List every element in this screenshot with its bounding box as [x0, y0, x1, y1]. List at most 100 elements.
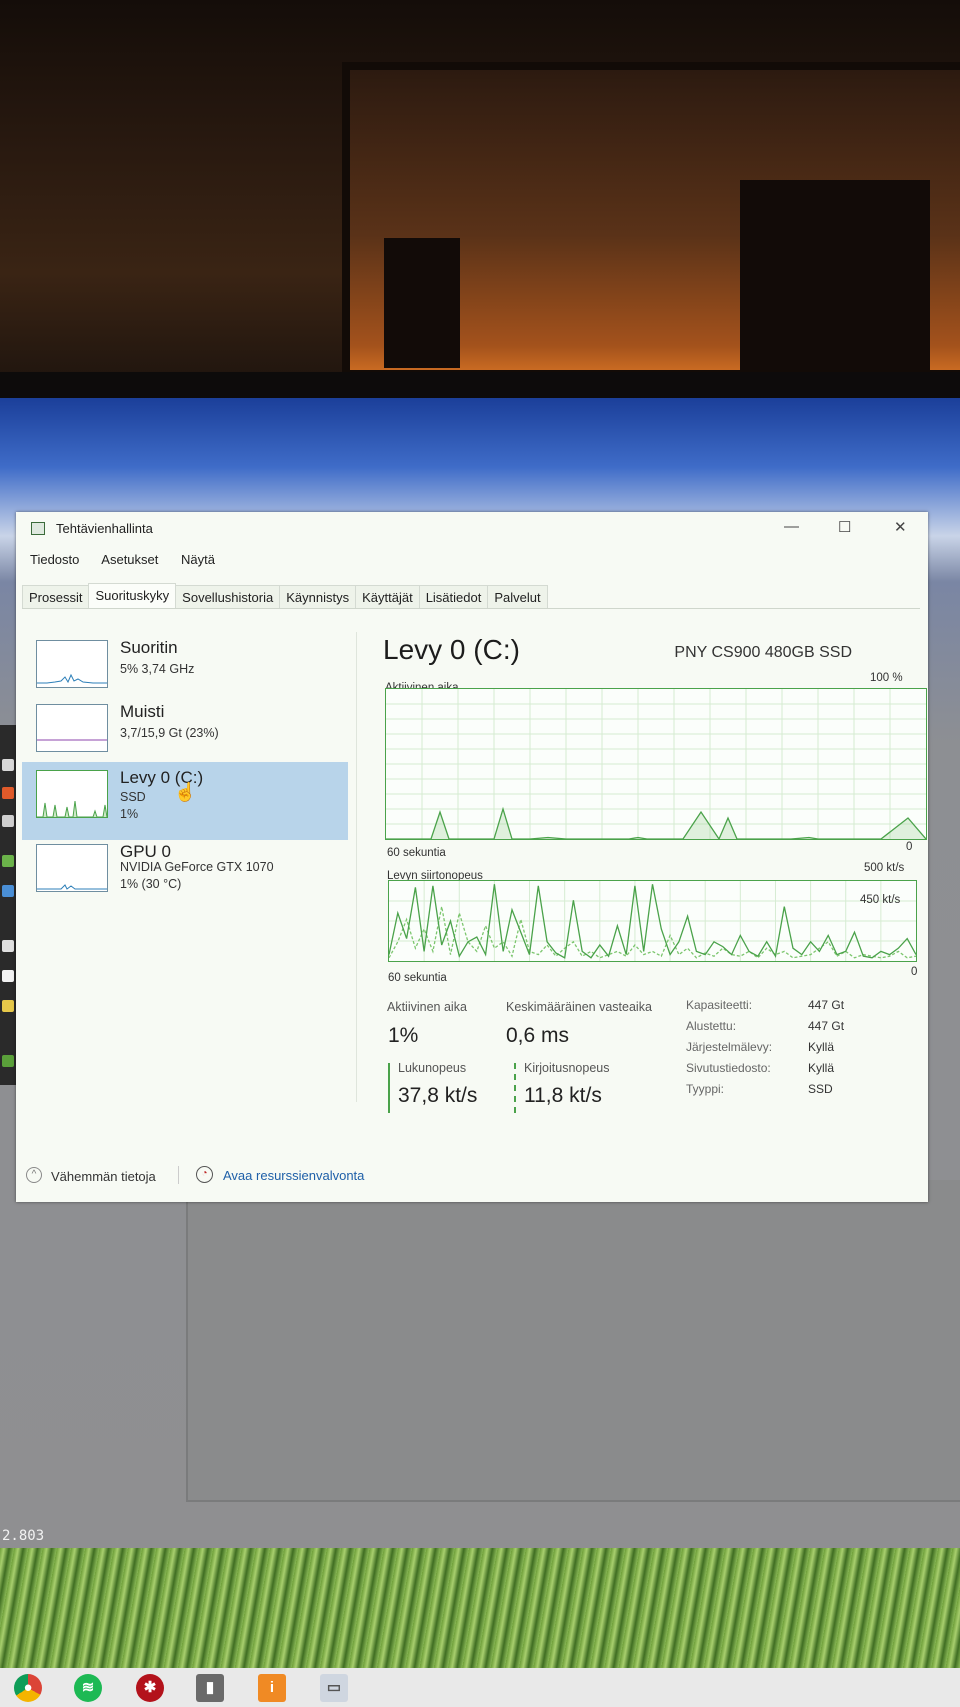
sidebar-item-label: Muisti [120, 702, 165, 721]
formatted-value: 447 Gt [808, 1019, 845, 1033]
type-value: SSD [808, 1082, 833, 1096]
write-speed-value: 11,8 kt/s [524, 1084, 602, 1107]
app-icon[interactable]: ✱ [136, 1674, 164, 1702]
minimize-button[interactable]: — [784, 518, 799, 535]
window-title: Tehtävienhallinta [56, 521, 153, 536]
system-disk-label: Järjestelmälevy: [686, 1040, 773, 1054]
task-manager-app-icon [31, 522, 45, 535]
write-speed-bar [514, 1063, 516, 1113]
memory-thumbnail-graph [36, 704, 108, 752]
capacity-value: 447 Gt [808, 998, 845, 1012]
desktop-icon[interactable] [2, 855, 14, 867]
menu-options[interactable]: Asetukset [101, 552, 158, 567]
game-icon[interactable]: ▮ [196, 1674, 224, 1702]
photos-icon[interactable]: ▭ [320, 1674, 348, 1702]
cpu-thumbnail-graph [36, 640, 108, 688]
room-object [740, 180, 930, 370]
desktop-icon-strip [0, 725, 16, 1085]
read-speed-bar [388, 1063, 390, 1113]
spotify-icon[interactable]: ≋ [74, 1674, 102, 1702]
sidebar-item-detail: 1% (30 °C) [120, 877, 182, 891]
response-time-label: Keskimääräinen vasteaika [506, 1000, 652, 1014]
system-disk-value: Kyllä [808, 1040, 835, 1054]
tab-startup[interactable]: Käynnistys [279, 585, 357, 608]
active-time-graph [385, 688, 927, 840]
title-bar[interactable]: Tehtävienhallinta — ☐ ✕ [16, 512, 928, 542]
write-speed-label: Kirjoitusnopeus [524, 1061, 610, 1075]
open-resource-monitor-link[interactable]: Avaa resurssienvalvonta [223, 1168, 364, 1183]
sidebar-item-detail: 5% 3,74 GHz [120, 662, 195, 676]
wallpaper-grass [0, 1548, 960, 1668]
tab-services[interactable]: Palvelut [487, 585, 548, 608]
disk-thumbnail-graph [36, 770, 108, 818]
read-speed-value: 37,8 kt/s [398, 1084, 478, 1107]
desktop-icon[interactable] [2, 1055, 14, 1067]
window-footer: ^ Vähemmän tietoja ◔ Avaa resurssienvalv… [16, 1150, 928, 1200]
installer-icon[interactable]: i [258, 1674, 286, 1702]
desktop-icon[interactable] [2, 940, 14, 952]
cpu-sparkline [37, 673, 107, 684]
desktop-icon[interactable] [2, 1000, 14, 1012]
desktop-icon[interactable] [2, 787, 14, 799]
room-object [384, 238, 460, 368]
chevron-up-icon[interactable]: ^ [26, 1167, 42, 1183]
resource-monitor-icon[interactable]: ◔ [196, 1166, 213, 1183]
active-time-max-label: 100 % [870, 672, 903, 684]
chrome-icon[interactable]: ● [14, 1674, 42, 1702]
memory-sparkline [37, 739, 107, 741]
monitor-bezel [0, 372, 960, 400]
menu-bar: Tiedosto Asetukset Näytä [30, 552, 234, 567]
sidebar-item-label: Suoritin [120, 638, 178, 657]
transfer-rate-max-label: 500 kt/s [864, 862, 905, 874]
sidebar-item-detail: 3,7/15,9 Gt (23%) [120, 726, 219, 740]
capacity-label: Kapasiteetti: [686, 998, 753, 1012]
desktop-icon[interactable] [2, 759, 14, 771]
transfer-rate-min-label: 0 [911, 966, 918, 978]
gpu-thumbnail-graph [36, 844, 108, 892]
tab-details[interactable]: Lisätiedot [418, 585, 489, 608]
hand-cursor-icon: ☝ [174, 782, 197, 802]
menu-file[interactable]: Tiedosto [30, 552, 79, 567]
transfer-rate-chart [389, 881, 916, 961]
page-file-value: Kyllä [808, 1061, 835, 1075]
footer-divider [178, 1166, 179, 1184]
desktop-icon[interactable] [2, 970, 14, 982]
tab-performance[interactable]: Suorituskyky [88, 583, 177, 608]
desktop-version-text: 2.803 [2, 1528, 45, 1544]
panel-divider [356, 632, 357, 1102]
taskbar: ● ≋ ✱ ▮ i ▭ [0, 1668, 960, 1707]
active-time-chart [386, 689, 926, 839]
tab-users[interactable]: Käyttäjät [355, 585, 420, 608]
close-button[interactable]: ✕ [894, 518, 907, 536]
task-manager-window: Tehtävienhallinta — ☐ ✕ Tiedosto Asetuks… [16, 512, 928, 1202]
transfer-rate-graph [388, 880, 917, 962]
formatted-label: Alustettu: [686, 1019, 737, 1033]
tab-processes[interactable]: Prosessit [22, 585, 90, 608]
disk-title: Levy 0 (C:) [383, 634, 520, 665]
active-time-stat-label: Aktiivinen aika [387, 1000, 467, 1014]
type-label: Tyyppi: [686, 1082, 725, 1096]
sidebar-item-detail: SSD [120, 790, 146, 804]
disk-sparkline [37, 800, 107, 817]
room-background [0, 0, 960, 390]
transfer-rate-ref-label: 450 kt/s [860, 894, 901, 906]
sidebar-item-label: GPU 0 [120, 842, 172, 861]
page-file-label: Sivutustiedosto: [686, 1061, 771, 1075]
desktop-icon[interactable] [2, 815, 14, 827]
sidebar-item-detail: 1% [120, 807, 139, 821]
read-speed-label: Lukunopeus [398, 1061, 467, 1075]
sidebar-item-gpu[interactable]: GPU 0 NVIDIA GeForce GTX 1070 1% (30 °C) [22, 836, 348, 914]
fewer-details-button[interactable]: Vähemmän tietoja [51, 1169, 156, 1184]
sidebar-item-detail: NVIDIA GeForce GTX 1070 [120, 860, 274, 874]
response-time-value: 0,6 ms [506, 1024, 570, 1047]
write-rate-series-line [389, 906, 916, 959]
desktop-icon[interactable] [2, 885, 14, 897]
tab-strip: Prosessit Suorituskyky Sovellushistoria … [22, 583, 920, 609]
active-time-time-label: 60 sekuntia [387, 847, 446, 859]
gpu-sparkline [37, 884, 107, 890]
menu-view[interactable]: Näytä [181, 552, 215, 567]
transfer-rate-time-label: 60 sekuntia [388, 972, 447, 984]
active-time-min-label: 0 [906, 841, 913, 853]
maximize-button[interactable]: ☐ [838, 518, 851, 536]
tab-app-history[interactable]: Sovellushistoria [175, 585, 281, 608]
